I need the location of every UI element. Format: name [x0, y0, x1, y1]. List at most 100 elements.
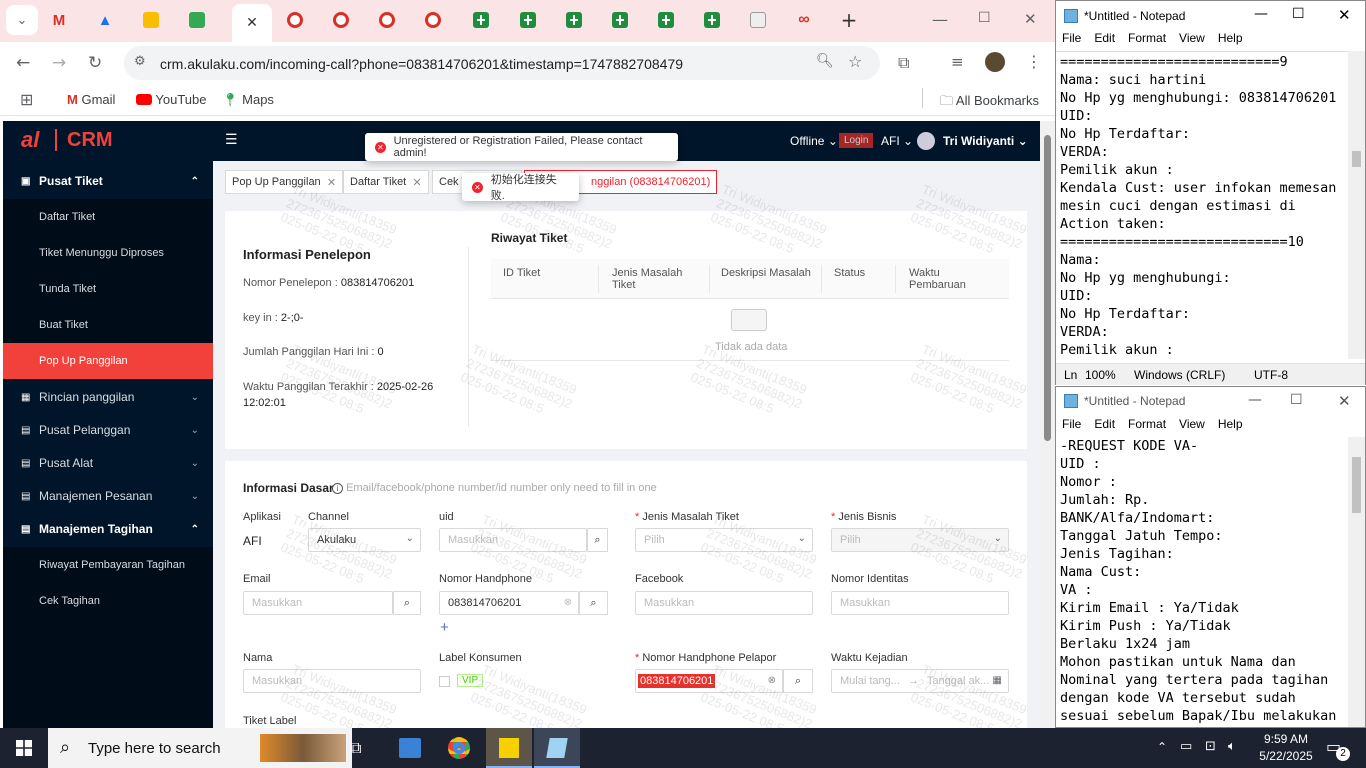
new-tab-button[interactable]: +: [828, 6, 870, 34]
sidebar-item-tiket-menunggu[interactable]: Tiket Menunggu Diproses: [3, 235, 213, 271]
menu-help[interactable]: Help: [1218, 31, 1243, 45]
sidebar-item-cek-tagihan[interactable]: Cek Tagihan: [3, 583, 213, 619]
uid-input[interactable]: Masukkan: [439, 528, 587, 552]
channel-select[interactable]: Akulaku ⌄: [308, 528, 421, 552]
menu-dots-icon[interactable]: ⋮: [1026, 52, 1042, 71]
sidebar-item-tunda-tiket[interactable]: Tunda Tiket: [3, 271, 213, 307]
sidebar-item-daftar-tiket[interactable]: Daftar Tiket: [3, 199, 213, 235]
page-scrollbar[interactable]: [1040, 121, 1055, 728]
maximize-button[interactable]: ☐: [1292, 6, 1305, 22]
menu-manajemen-pesanan[interactable]: ▤ Manajemen Pesanan ⌄: [3, 478, 213, 514]
tab-sheet-1[interactable]: [460, 6, 502, 34]
chevron-up-icon[interactable]: ⌃: [1157, 740, 1167, 754]
search-button[interactable]: ⌕: [579, 591, 608, 615]
clear-icon[interactable]: ⊗: [768, 675, 776, 686]
tab-infinity[interactable]: ∞: [783, 6, 825, 34]
close-icon[interactable]: ✕: [412, 176, 421, 189]
minimize-button[interactable]: —: [1254, 6, 1268, 22]
add-phone-icon[interactable]: +: [440, 619, 449, 636]
email-input[interactable]: Masukkan: [243, 591, 393, 615]
tab-red-4[interactable]: [412, 6, 454, 34]
tab-gmail[interactable]: M: [38, 6, 80, 34]
chrome-icon[interactable]: [448, 737, 470, 759]
sidebar-item-buat-tiket[interactable]: Buat Tiket: [3, 307, 213, 343]
reporter-phone-input[interactable]: 083814706201 ⊗: [635, 669, 783, 693]
menu-view[interactable]: View: [1179, 31, 1205, 45]
notepad-text-area[interactable]: -REQUEST KODE VA- UID : Nomor : Jumlah: Rp.…: [1056, 437, 1350, 727]
all-bookmarks[interactable]: 🗀 All Bookmarks: [940, 92, 1039, 114]
tab-sheet-6[interactable]: [691, 6, 733, 34]
login-button[interactable]: Login: [839, 133, 874, 148]
facebook-input[interactable]: Masukkan: [635, 591, 813, 615]
bookmark-maps[interactable]: 📍︎ Maps: [222, 92, 274, 108]
tab-drive[interactable]: ▲: [84, 6, 126, 34]
menu-edit[interactable]: Edit: [1094, 417, 1115, 431]
close-button[interactable]: ✕: [1338, 392, 1351, 410]
bookmark-star-icon[interactable]: ☆: [848, 52, 862, 71]
extensions-icon[interactable]: ⧉: [898, 53, 909, 73]
sidebar-item-popup-panggilan[interactable]: Pop Up Panggilan: [3, 343, 213, 379]
taskbar-search-box[interactable]: ⌕ Type here to search: [48, 728, 352, 768]
zoom-icon[interactable]: 🔍︎: [816, 53, 834, 69]
close-button[interactable]: ✕: [1338, 6, 1351, 24]
menu-edit[interactable]: Edit: [1094, 31, 1115, 45]
tab-daftar-tiket[interactable]: Daftar Tiket ✕: [343, 170, 429, 194]
tab-sheet-3[interactable]: [553, 6, 595, 34]
menu-format[interactable]: Format: [1128, 417, 1166, 431]
jenis-masalah-select[interactable]: Pilih ⌄: [635, 528, 813, 552]
user-avatar[interactable]: [917, 132, 935, 150]
tab-sheet-5[interactable]: [645, 6, 687, 34]
minimize-button[interactable]: —: [1248, 392, 1262, 408]
scrollbar[interactable]: [1348, 51, 1365, 359]
tab-red-2[interactable]: [320, 6, 362, 34]
url-text[interactable]: crm.akulaku.com/incoming-call?phone=0838…: [160, 56, 683, 72]
menu-pusat-tiket[interactable]: ▣ Pusat Tiket ⌃: [3, 163, 213, 199]
back-button[interactable]: ←: [16, 53, 30, 73]
windows-start-icon[interactable]: [16, 740, 32, 756]
forward-button[interactable]: →: [52, 53, 66, 73]
clock-time[interactable]: 9:59 AM: [1256, 732, 1316, 746]
close-icon[interactable]: ✕: [327, 176, 336, 189]
tab-active-crm[interactable]: ✕: [232, 4, 272, 42]
store-icon[interactable]: [399, 738, 421, 758]
menu-manajemen-tagihan[interactable]: ▤ Manajemen Tagihan ⌃: [3, 511, 213, 547]
close-window-button[interactable]: ✕: [1024, 10, 1037, 28]
minimize-button[interactable]: —: [932, 10, 948, 29]
menu-help[interactable]: Help: [1218, 417, 1243, 431]
date-range-picker[interactable]: Mulai tang... → Tanggal ak... ▦: [831, 669, 1009, 693]
phone-input[interactable]: 083814706201 ⊗: [439, 591, 579, 615]
tab-search-button[interactable]: ⌄: [6, 5, 38, 35]
reload-button[interactable]: ↻: [88, 53, 102, 73]
menu-file[interactable]: File: [1062, 417, 1081, 431]
tab-red-1[interactable]: [274, 6, 316, 34]
clock-date[interactable]: 5/22/2025: [1250, 749, 1322, 763]
site-info-icon[interactable]: ⚙: [134, 54, 146, 69]
taskbar-sticky-notes[interactable]: [486, 728, 532, 768]
menu-rincian[interactable]: ▦ Rincian panggilan ⌄: [3, 379, 213, 415]
menu-file[interactable]: File: [1062, 31, 1081, 45]
bookmark-youtube[interactable]: YouTube: [136, 92, 206, 107]
tab-sheet-4[interactable]: [599, 6, 641, 34]
search-button[interactable]: ⌕: [587, 528, 608, 552]
tab-keep[interactable]: [130, 6, 172, 34]
maximize-button[interactable]: ☐: [1290, 392, 1303, 408]
network-icon[interactable]: ⊡: [1205, 739, 1216, 754]
vip-checkbox[interactable]: [439, 676, 450, 687]
identity-input[interactable]: Masukkan: [831, 591, 1009, 615]
tab-red-3[interactable]: [366, 6, 408, 34]
maximize-button[interactable]: ☐: [978, 10, 991, 26]
tab-popup-panggilan[interactable]: Pop Up Panggilan ✕: [225, 170, 344, 194]
tab-sheet-2[interactable]: [507, 6, 549, 34]
name-input[interactable]: Masukkan: [243, 669, 421, 693]
menu-pusat-pelanggan[interactable]: ▤ Pusat Pelanggan ⌄: [3, 412, 213, 448]
tab-slides[interactable]: [176, 6, 218, 34]
notepad-text-area[interactable]: ===========================9 Nama: suci h…: [1056, 51, 1350, 359]
menu-format[interactable]: Format: [1128, 31, 1166, 45]
scrollbar[interactable]: [1348, 437, 1365, 727]
menu-view[interactable]: View: [1179, 417, 1205, 431]
status-dropdown[interactable]: Offline ⌄: [790, 134, 838, 148]
search-button[interactable]: ⌕: [783, 669, 813, 693]
jenis-bisnis-select[interactable]: Pilih ⌄: [831, 528, 1009, 552]
task-view-icon[interactable]: ⧉: [350, 738, 361, 758]
media-icon[interactable]: ≡: [951, 53, 964, 71]
